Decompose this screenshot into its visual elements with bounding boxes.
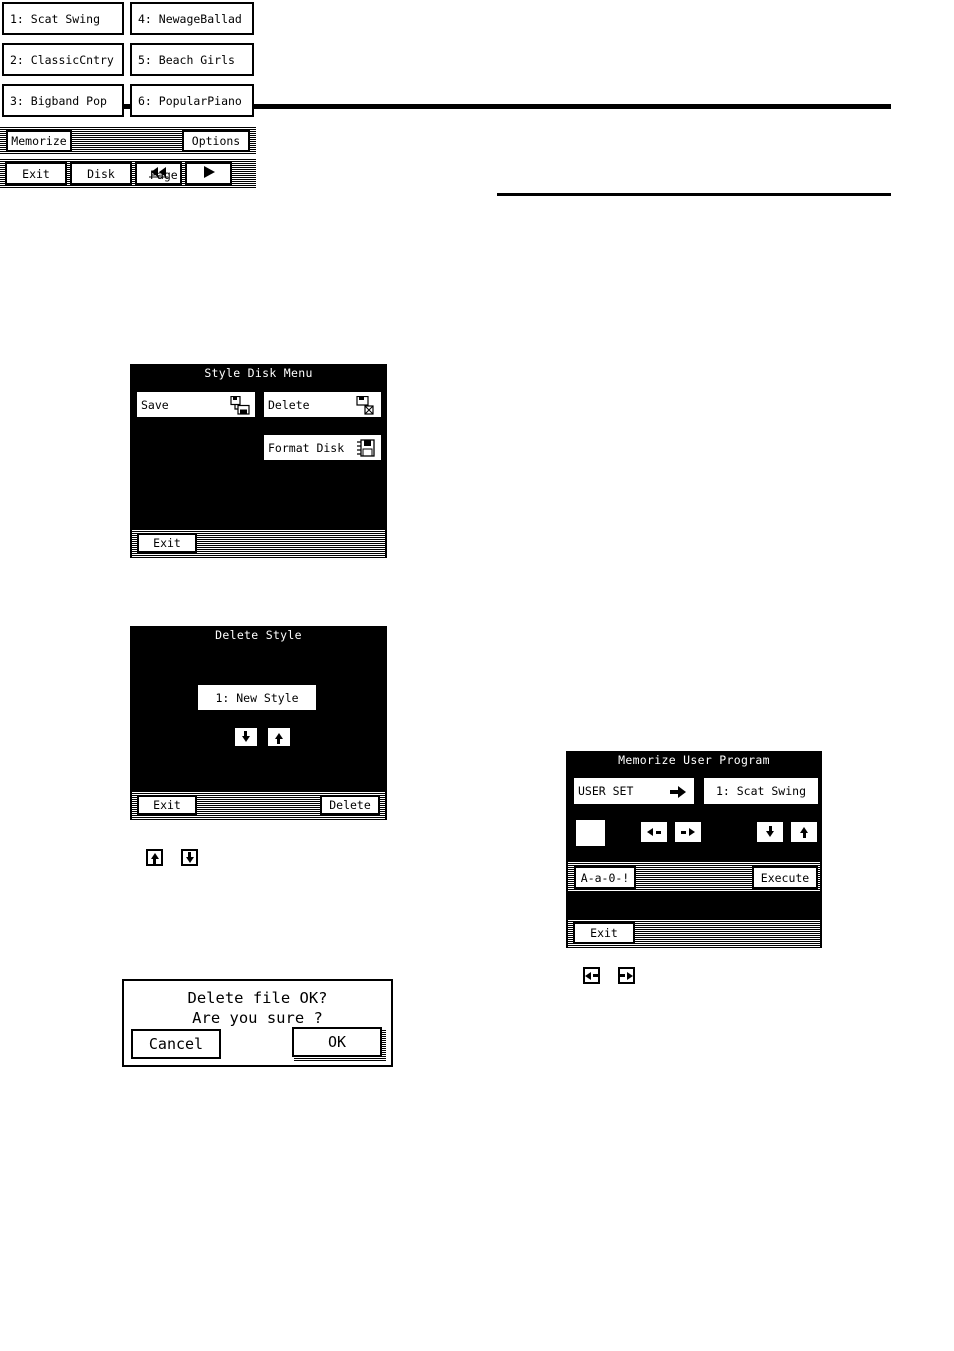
execute-label: Execute: [760, 870, 810, 885]
dialog-ok-button[interactable]: OK: [292, 1027, 382, 1057]
page-label: Page: [150, 168, 178, 182]
user-program-slot-3-label: 3: Bigband Pop: [10, 93, 107, 108]
delete-button-label: Delete: [268, 397, 310, 412]
charset-label: A-a-0-!: [580, 870, 630, 885]
format-disk-button-label: Format Disk: [268, 440, 345, 455]
cursor-label: _: [586, 833, 595, 848]
program-name-field[interactable]: USER SET: [572, 776, 696, 806]
user-program-slot-1[interactable]: 1: Scat Swing: [2, 2, 124, 35]
memorize-panel-body: USER SET 1: Scat Swing _ A-a-0-! Execute…: [568, 768, 820, 948]
dialog-cancel-button[interactable]: Cancel: [131, 1029, 221, 1059]
exit-button-label: Exit: [153, 536, 181, 550]
exit-button-label: Exit: [590, 926, 618, 940]
memorize-user-program-panel: Memorize User Program USER SET 1: Scat S…: [566, 751, 822, 948]
execute-button[interactable]: Execute: [752, 866, 818, 889]
save-button-label: Save: [141, 397, 169, 412]
dialog-cancel-label: Cancel: [148, 1035, 204, 1053]
arrow-right-icon: [681, 827, 695, 838]
delete-confirm-label: Delete: [329, 798, 371, 812]
disk-save-icon: [230, 395, 250, 415]
cursor-right-button[interactable]: [673, 820, 703, 844]
exit-button-label: Exit: [22, 166, 50, 181]
disk-format-icon: [357, 439, 377, 458]
arrow-left-icon: [647, 827, 661, 838]
user-program-slot-5[interactable]: 5: Beach Girls: [130, 43, 254, 76]
target-program-value: 1: Scat Swing: [715, 784, 806, 798]
disk-delete-icon: [356, 395, 376, 415]
arrow-right-icon: [670, 786, 686, 801]
style-disk-menu-body: Save Delete Format Disk Exit: [132, 381, 385, 558]
user-program-slot-3[interactable]: 3: Bigband Pop: [2, 84, 124, 117]
delete-confirm-button[interactable]: Delete: [320, 795, 380, 815]
user-program-slot-6-label: 6: PopularPiano: [138, 93, 242, 108]
delete-style-body: 1: New Style Exit Delete: [132, 643, 385, 820]
exit-button[interactable]: Exit: [5, 162, 67, 185]
disk-button-label: Disk: [87, 166, 115, 181]
delete-style-panel: Delete Style 1: New Style Exit Delete: [130, 626, 387, 820]
dialog-ok-label: OK: [327, 1033, 347, 1051]
scroll-down-button[interactable]: [233, 726, 259, 748]
options-button[interactable]: Options: [182, 130, 250, 152]
save-button[interactable]: Save: [135, 390, 257, 419]
user-program-slot-1-label: 1: Scat Swing: [10, 11, 101, 26]
section-rule: [497, 193, 891, 196]
user-program-slot-6[interactable]: 6: PopularPiano: [130, 84, 254, 117]
caption-arrow-left-icon: [583, 967, 600, 984]
style-item-label: 1: New Style: [215, 690, 299, 705]
format-disk-button[interactable]: Format Disk: [262, 433, 383, 462]
memorize-panel-title: Memorize User Program: [568, 753, 820, 768]
dialog-line-1: Delete file OK?: [187, 989, 328, 1007]
arrow-up-icon: [273, 731, 285, 744]
document-page: Style Disk Menu Save Delete Format Disk …: [0, 0, 954, 1351]
caption-arrow-up-icon: [146, 849, 163, 866]
exit-button-label: Exit: [153, 798, 181, 812]
style-item-button[interactable]: 1: New Style: [196, 683, 318, 712]
user-program-slot-5-label: 5: Beach Girls: [138, 52, 235, 67]
disk-button[interactable]: Disk: [70, 162, 132, 185]
exit-button[interactable]: Exit: [573, 922, 635, 944]
arrow-down-icon: [240, 730, 252, 744]
page-next-button[interactable]: [185, 162, 232, 185]
user-program-slot-4[interactable]: 4: NewageBallad: [130, 2, 254, 35]
style-disk-menu-title: Style Disk Menu: [132, 366, 385, 381]
arrow-up-icon: [799, 826, 810, 839]
delete-button[interactable]: Delete: [262, 390, 383, 419]
cursor-button[interactable]: _: [574, 818, 607, 848]
value-down-button[interactable]: [755, 820, 785, 844]
play-icon: [201, 165, 217, 182]
caption-arrow-down-icon: [181, 849, 198, 866]
memorize-button[interactable]: Memorize: [6, 130, 72, 152]
arrow-down-icon: [765, 825, 776, 839]
options-button-label: Options: [191, 134, 241, 148]
target-program-field[interactable]: 1: Scat Swing: [702, 776, 820, 806]
user-program-panel: 1: Scat Swing 4: NewageBallad 2: Classic…: [0, 0, 256, 196]
user-program-slot-4-label: 4: NewageBallad: [138, 11, 242, 26]
delete-confirm-dialog: Delete file OK? Are you sure ? Cancel OK: [122, 979, 393, 1067]
style-disk-menu-panel: Style Disk Menu Save Delete Format Disk …: [130, 364, 387, 558]
value-up-button[interactable]: [789, 820, 819, 844]
user-program-slot-2-label: 2: ClassicCntry: [10, 52, 114, 67]
delete-style-title: Delete Style: [132, 628, 385, 643]
memorize-button-label: Memorize: [11, 134, 67, 148]
exit-button[interactable]: Exit: [137, 533, 197, 553]
scroll-up-button[interactable]: [266, 726, 292, 748]
exit-button[interactable]: Exit: [137, 795, 197, 815]
caption-arrow-right-icon: [618, 967, 635, 984]
dialog-line-2: Are you sure ?: [192, 1009, 323, 1027]
charset-button[interactable]: A-a-0-!: [574, 866, 636, 889]
program-name-value: USER SET: [578, 784, 634, 798]
cursor-left-button[interactable]: [639, 820, 669, 844]
user-program-slot-2[interactable]: 2: ClassicCntry: [2, 43, 124, 76]
